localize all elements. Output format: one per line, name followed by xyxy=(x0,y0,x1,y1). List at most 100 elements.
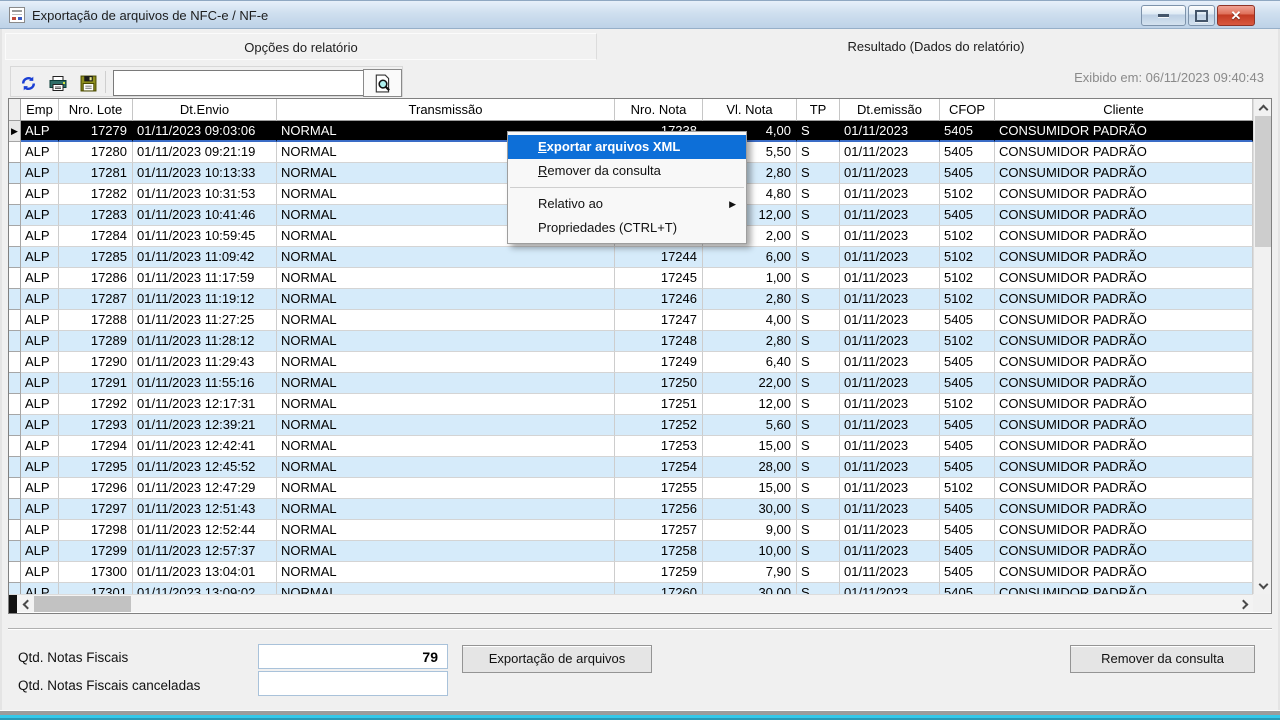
table-cell: 01/11/2023 xyxy=(840,562,940,583)
table-row[interactable]: ALP1729101/11/2023 11:55:16NORMAL1725022… xyxy=(9,373,1253,394)
table-cell: 01/11/2023 xyxy=(840,310,940,331)
column-header-nro-lote[interactable]: Nro. Lote xyxy=(59,99,133,121)
exportacao-arquivos-button[interactable]: Exportação de arquivos xyxy=(462,645,652,673)
table-cell: 5405 xyxy=(940,520,995,541)
table-cell: 17294 xyxy=(59,436,133,457)
vertical-scroll-thumb[interactable] xyxy=(1255,116,1271,247)
table-cell: 01/11/2023 xyxy=(840,394,940,415)
table-cell: 01/11/2023 12:57:37 xyxy=(133,541,277,562)
row-indicator-header xyxy=(9,99,21,121)
table-cell: 17285 xyxy=(59,247,133,268)
table-cell: 17280 xyxy=(59,142,133,163)
table-row[interactable]: ALP1729901/11/2023 12:57:37NORMAL1725810… xyxy=(9,541,1253,562)
table-cell: ALP xyxy=(21,247,59,268)
footer-divider xyxy=(8,628,1272,630)
table-row[interactable]: ALP1730001/11/2023 13:04:01NORMAL172597,… xyxy=(9,562,1253,583)
minimize-button[interactable] xyxy=(1141,5,1186,26)
table-cell: 01/11/2023 12:51:43 xyxy=(133,499,277,520)
table-cell: 30,00 xyxy=(703,583,797,594)
table-cell: S xyxy=(797,499,840,520)
column-header-dt-envio[interactable]: Dt.Envio xyxy=(133,99,277,121)
table-cell: S xyxy=(797,541,840,562)
table-cell: CONSUMIDOR PADRÃO xyxy=(995,331,1253,352)
horizontal-scrollbar[interactable] xyxy=(9,594,1253,612)
table-cell: CONSUMIDOR PADRÃO xyxy=(995,436,1253,457)
menu-item-remover-da-consulta[interactable]: Remover da consulta xyxy=(508,159,746,183)
table-row[interactable]: ALP1729601/11/2023 12:47:29NORMAL1725515… xyxy=(9,478,1253,499)
context-menu: Exportar arquivos XMLRemover da consulta… xyxy=(507,131,747,244)
table-cell: S xyxy=(797,142,840,163)
minimize-icon xyxy=(1158,14,1169,17)
table-cell: 17250 xyxy=(615,373,703,394)
close-button[interactable]: ✕ xyxy=(1217,5,1255,26)
menu-item-exportar-arquivos-xml[interactable]: Exportar arquivos XML xyxy=(508,135,746,159)
table-row[interactable]: ALP1729801/11/2023 12:52:44NORMAL172579,… xyxy=(9,520,1253,541)
table-cell: CONSUMIDOR PADRÃO xyxy=(995,247,1253,268)
table-row[interactable]: ALP1729701/11/2023 12:51:43NORMAL1725630… xyxy=(9,499,1253,520)
table-row[interactable]: ALP1729501/11/2023 12:45:52NORMAL1725428… xyxy=(9,457,1253,478)
column-header-cfop[interactable]: CFOP xyxy=(940,99,995,121)
restore-button[interactable] xyxy=(1188,5,1215,26)
table-cell: 01/11/2023 10:13:33 xyxy=(133,163,277,184)
table-cell: 5405 xyxy=(940,562,995,583)
scroll-down-arrow[interactable] xyxy=(1254,577,1272,594)
table-cell: ALP xyxy=(21,499,59,520)
filter-input[interactable] xyxy=(113,70,369,96)
table-row[interactable]: ALP1729201/11/2023 12:17:31NORMAL1725112… xyxy=(9,394,1253,415)
table-cell: 17287 xyxy=(59,289,133,310)
column-header-cliente[interactable]: Cliente xyxy=(995,99,1253,121)
table-cell: S xyxy=(797,205,840,226)
table-cell: 6,00 xyxy=(703,247,797,268)
table-cell: CONSUMIDOR PADRÃO xyxy=(995,478,1253,499)
column-header-emp[interactable]: Emp xyxy=(21,99,59,121)
menu-item-propriedades-ctrl-t[interactable]: Propriedades (CTRL+T) xyxy=(508,216,746,240)
table-cell: 17284 xyxy=(59,226,133,247)
horizontal-scroll-thumb[interactable] xyxy=(34,596,131,612)
table-cell: 5,60 xyxy=(703,415,797,436)
table-cell: NORMAL xyxy=(277,352,615,373)
table-row[interactable]: ALP1728801/11/2023 11:27:25NORMAL172474,… xyxy=(9,310,1253,331)
table-cell: NORMAL xyxy=(277,457,615,478)
table-row[interactable]: ALP1729301/11/2023 12:39:21NORMAL172525,… xyxy=(9,415,1253,436)
column-header-transmissao[interactable]: Transmissão xyxy=(277,99,615,121)
table-cell: ALP xyxy=(21,520,59,541)
table-row[interactable]: ALP1729401/11/2023 12:42:41NORMAL1725315… xyxy=(9,436,1253,457)
table-row[interactable]: ALP1728701/11/2023 11:19:12NORMAL172462,… xyxy=(9,289,1253,310)
table-cell: 01/11/2023 09:03:06 xyxy=(133,121,277,142)
tab-resultado[interactable]: Resultado (Dados do relatório) xyxy=(597,33,1275,60)
row-indicator: ▶ xyxy=(9,121,21,142)
scroll-right-arrow[interactable] xyxy=(1236,595,1253,613)
table-row[interactable]: ALP1730101/11/2023 13:09:02NORMAL1726030… xyxy=(9,583,1253,594)
scroll-left-arrow[interactable] xyxy=(17,595,34,613)
qtd-notas-field[interactable] xyxy=(258,644,448,669)
table-cell: ALP xyxy=(21,121,59,142)
table-cell: CONSUMIDOR PADRÃO xyxy=(995,142,1253,163)
table-cell: 17249 xyxy=(615,352,703,373)
row-indicator xyxy=(9,205,21,226)
refresh-button[interactable] xyxy=(17,72,39,94)
table-cell: 01/11/2023 11:27:25 xyxy=(133,310,277,331)
table-row[interactable]: ALP1728501/11/2023 11:09:42NORMAL172446,… xyxy=(9,247,1253,268)
preview-button[interactable] xyxy=(363,69,402,97)
column-header-tp[interactable]: TP xyxy=(797,99,840,121)
table-row[interactable]: ALP1728601/11/2023 11:17:59NORMAL172451,… xyxy=(9,268,1253,289)
column-header-dt-emissao[interactable]: Dt.emissão xyxy=(840,99,940,121)
scroll-up-arrow[interactable] xyxy=(1254,99,1272,116)
table-row[interactable]: ALP1728901/11/2023 11:28:12NORMAL172482,… xyxy=(9,331,1253,352)
table-cell: ALP xyxy=(21,436,59,457)
menu-separator xyxy=(510,187,744,188)
vertical-scrollbar[interactable] xyxy=(1253,99,1271,594)
table-row[interactable]: ALP1729001/11/2023 11:29:43NORMAL172496,… xyxy=(9,352,1253,373)
column-header-vl-nota[interactable]: Vl. Nota xyxy=(703,99,797,121)
save-button[interactable] xyxy=(77,72,99,94)
table-cell: ALP xyxy=(21,478,59,499)
remover-consulta-button[interactable]: Remover da consulta xyxy=(1070,645,1255,673)
menu-item-relativo-ao[interactable]: Relativo ao▶ xyxy=(508,192,746,216)
column-header-nro-nota[interactable]: Nro. Nota xyxy=(615,99,703,121)
table-cell: 5405 xyxy=(940,457,995,478)
table-cell: 22,00 xyxy=(703,373,797,394)
print-button[interactable] xyxy=(47,72,69,94)
tab-opcoes-relatorio[interactable]: Opções do relatório xyxy=(5,33,597,60)
table-cell: CONSUMIDOR PADRÃO xyxy=(995,415,1253,436)
qtd-notas-canceladas-field[interactable] xyxy=(258,671,448,696)
